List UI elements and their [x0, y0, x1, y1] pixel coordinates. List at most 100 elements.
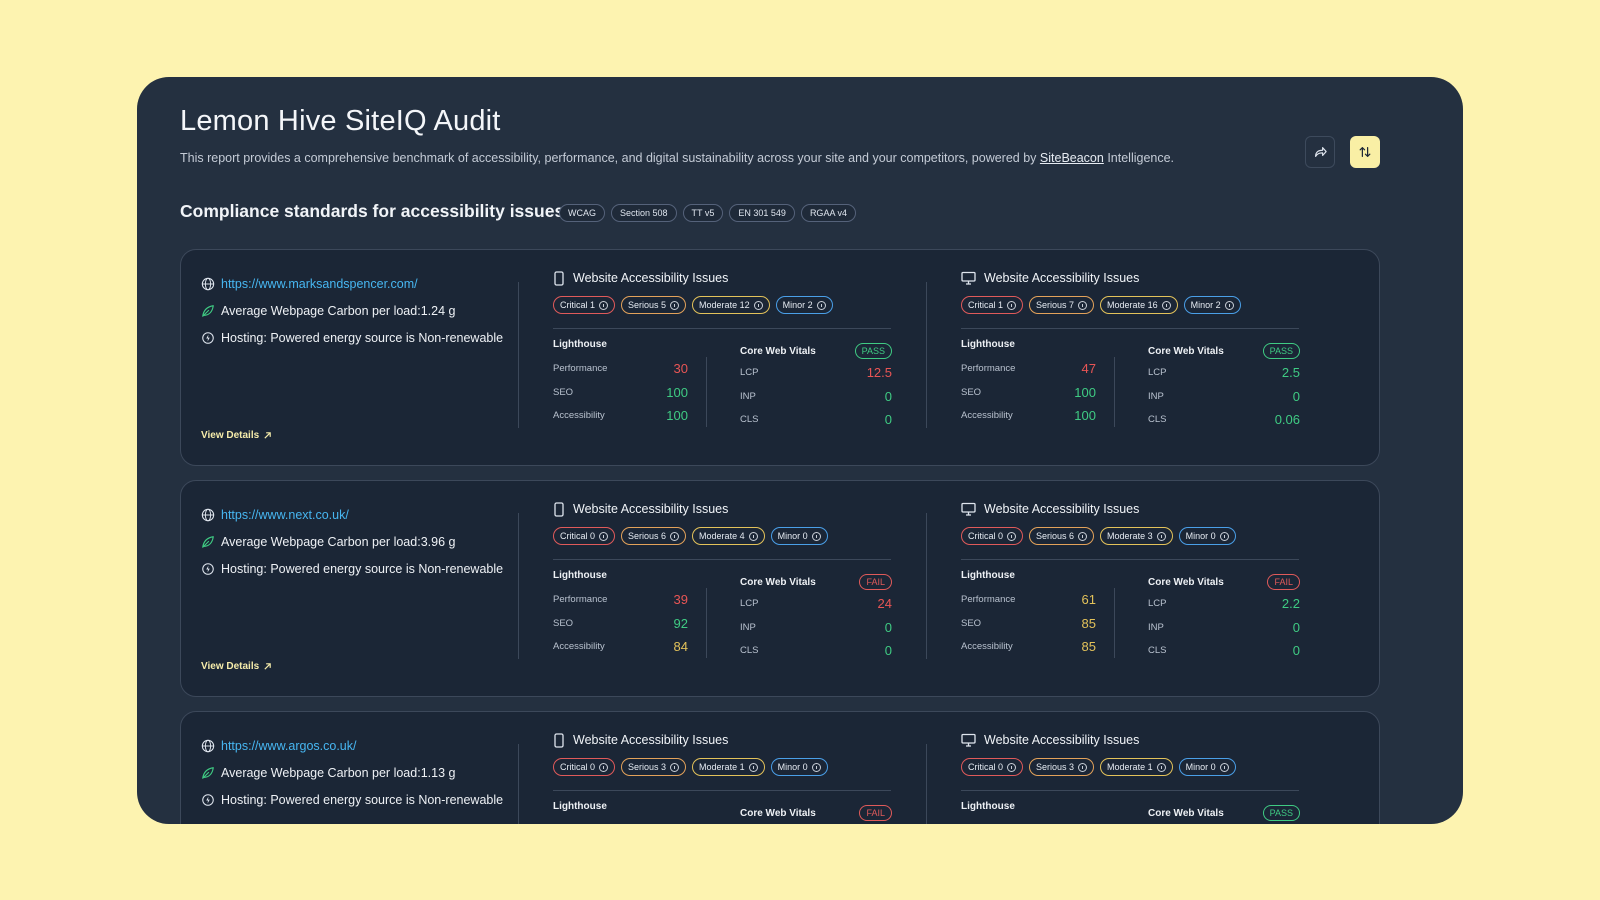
moderate-pill[interactable]: Moderate 16: [1100, 296, 1178, 314]
performance-row: Performance 39: [553, 588, 688, 612]
view-details-label: View Details: [201, 661, 260, 672]
serious-count: Serious 3: [628, 762, 667, 772]
performance-score: 47: [1081, 361, 1096, 377]
moderate-pill[interactable]: Moderate 4: [692, 527, 765, 545]
info-icon: [1156, 762, 1166, 772]
site-info: https://www.marksandspencer.com/ Average…: [201, 270, 521, 351]
critical-pill[interactable]: Critical 0: [553, 758, 616, 776]
core-web-vitals: Core Web Vitals PASS: [1148, 803, 1300, 823]
minor-pill[interactable]: Minor 0: [1178, 758, 1236, 776]
cwv-title: Core Web Vitals: [740, 576, 816, 588]
arrow-up-right-icon: [264, 663, 271, 670]
section-divider: [553, 328, 891, 329]
serious-pill[interactable]: Serious 6: [1029, 527, 1095, 545]
carbon-value: 1.13 g: [420, 765, 456, 780]
minor-pill[interactable]: Minor 2: [1183, 296, 1241, 314]
cls-row: CLS 0: [740, 408, 892, 432]
critical-pill[interactable]: Critical 1: [961, 296, 1024, 314]
leaf-icon: [201, 766, 215, 780]
lighthouse-title: Lighthouse: [961, 570, 1015, 581]
desktop-icon: [961, 733, 976, 747]
critical-count: Critical 1: [560, 300, 596, 310]
site-card: https://www.argos.co.uk/ Average Webpage…: [180, 711, 1380, 824]
metrics: Lighthouse Core Web Vitals PASS: [961, 801, 1306, 824]
critical-pill[interactable]: Critical 1: [553, 296, 616, 314]
hosting-label: Hosting: Powered energy source is Non-re…: [221, 792, 504, 807]
critical-pill[interactable]: Critical 0: [961, 527, 1024, 545]
lcp-row: LCP 2.2: [1148, 592, 1300, 616]
serious-count: Serious 6: [1036, 531, 1075, 541]
site-url-row: https://www.marksandspencer.com/: [201, 270, 521, 297]
minor-pill[interactable]: Minor 0: [770, 758, 828, 776]
carbon-label: Average Webpage Carbon per load:: [221, 765, 421, 780]
desktop-issues-header: Website Accessibility Issues: [961, 270, 1306, 286]
critical-count: Critical 0: [560, 531, 596, 541]
performance-score: 30: [673, 361, 688, 377]
status-badge: PASS: [1262, 343, 1300, 359]
accessibility-label: Accessibility: [961, 410, 1013, 422]
info-icon: [670, 531, 680, 541]
hosting-row: Hosting: Powered energy source is Non-re…: [201, 555, 521, 582]
performance-label: Performance: [553, 363, 608, 375]
inp-label: INP: [1148, 621, 1164, 633]
share-button[interactable]: [1305, 136, 1335, 168]
serious-pill[interactable]: Serious 5: [621, 296, 687, 314]
critical-pill[interactable]: Critical 0: [553, 527, 616, 545]
view-details-link[interactable]: View Details: [201, 661, 272, 672]
lcp-label: LCP: [1148, 598, 1167, 610]
critical-count: Critical 0: [968, 531, 1004, 541]
inp-value: 0: [1292, 388, 1300, 404]
performance-row: Performance 47: [961, 357, 1096, 381]
accessibility-label: Accessibility: [961, 641, 1013, 653]
moderate-pill[interactable]: Moderate 1: [1100, 758, 1173, 776]
desktop-column: Website Accessibility Issues Critical 0 …: [961, 501, 1306, 670]
cwv-title: Core Web Vitals: [1148, 807, 1224, 819]
minor-pill[interactable]: Minor 0: [770, 527, 828, 545]
site-url-link[interactable]: https://www.argos.co.uk/: [221, 739, 356, 753]
metrics: Lighthouse Performance 39 SEO 92 Accessibi…: [553, 570, 898, 670]
mobile-column: Website Accessibility Issues Critical 1 …: [553, 270, 898, 439]
critical-pill[interactable]: Critical 0: [961, 758, 1024, 776]
site-url-link[interactable]: https://www.next.co.uk/: [221, 508, 349, 522]
cls-value: 0: [884, 643, 892, 659]
moderate-pill[interactable]: Moderate 3: [1100, 527, 1173, 545]
cls-value: 0.06: [1274, 412, 1300, 428]
serious-pill[interactable]: Serious 6: [621, 527, 687, 545]
desktop-issues-header: Website Accessibility Issues: [961, 501, 1306, 517]
mobile-issues-header: Website Accessibility Issues: [553, 732, 898, 748]
accessibility-row: Accessibility 84: [553, 635, 688, 659]
serious-pill[interactable]: Serious 7: [1029, 296, 1095, 314]
info-icon: [1219, 762, 1229, 772]
sort-button[interactable]: [1350, 136, 1380, 168]
hosting-row: Hosting: Powered energy source is Non-re…: [201, 324, 521, 351]
carbon-label: Average Webpage Carbon per load:: [221, 534, 421, 549]
site-url-link[interactable]: https://www.marksandspencer.com/: [221, 277, 418, 291]
issues-title: Website Accessibility Issues: [984, 502, 1140, 516]
moderate-pill[interactable]: Moderate 1: [692, 758, 765, 776]
moderate-pill[interactable]: Moderate 12: [692, 296, 770, 314]
cls-label: CLS: [1148, 645, 1167, 657]
mobile-issues-header: Website Accessibility Issues: [553, 270, 898, 286]
leaf-icon: [201, 304, 215, 318]
info-icon: [1007, 531, 1017, 541]
status-badge: FAIL: [1267, 574, 1300, 590]
serious-pill[interactable]: Serious 3: [621, 758, 687, 776]
inp-row: INP 0: [740, 616, 892, 640]
mobile-icon: [554, 501, 564, 517]
sitebeacon-link[interactable]: SiteBeacon: [1040, 151, 1104, 165]
performance-label: Performance: [961, 363, 1016, 375]
seo-label: SEO: [961, 617, 982, 629]
minor-pill[interactable]: Minor 2: [775, 296, 833, 314]
serious-pill[interactable]: Serious 3: [1029, 758, 1095, 776]
serious-count: Serious 3: [1036, 762, 1075, 772]
sort-arrows-icon: [1359, 147, 1371, 157]
cls-row: CLS 0: [1148, 639, 1300, 663]
view-details-link[interactable]: View Details: [201, 430, 272, 441]
desktop-icon: [961, 271, 976, 285]
minor-pill[interactable]: Minor 0: [1178, 527, 1236, 545]
issue-pills: Critical 0 Serious 3 Moderate 1 Minor 0: [553, 758, 898, 776]
cls-label: CLS: [740, 645, 759, 657]
performance-score: 39: [673, 592, 688, 608]
column-divider: [926, 513, 927, 659]
info-icon: [599, 531, 609, 541]
